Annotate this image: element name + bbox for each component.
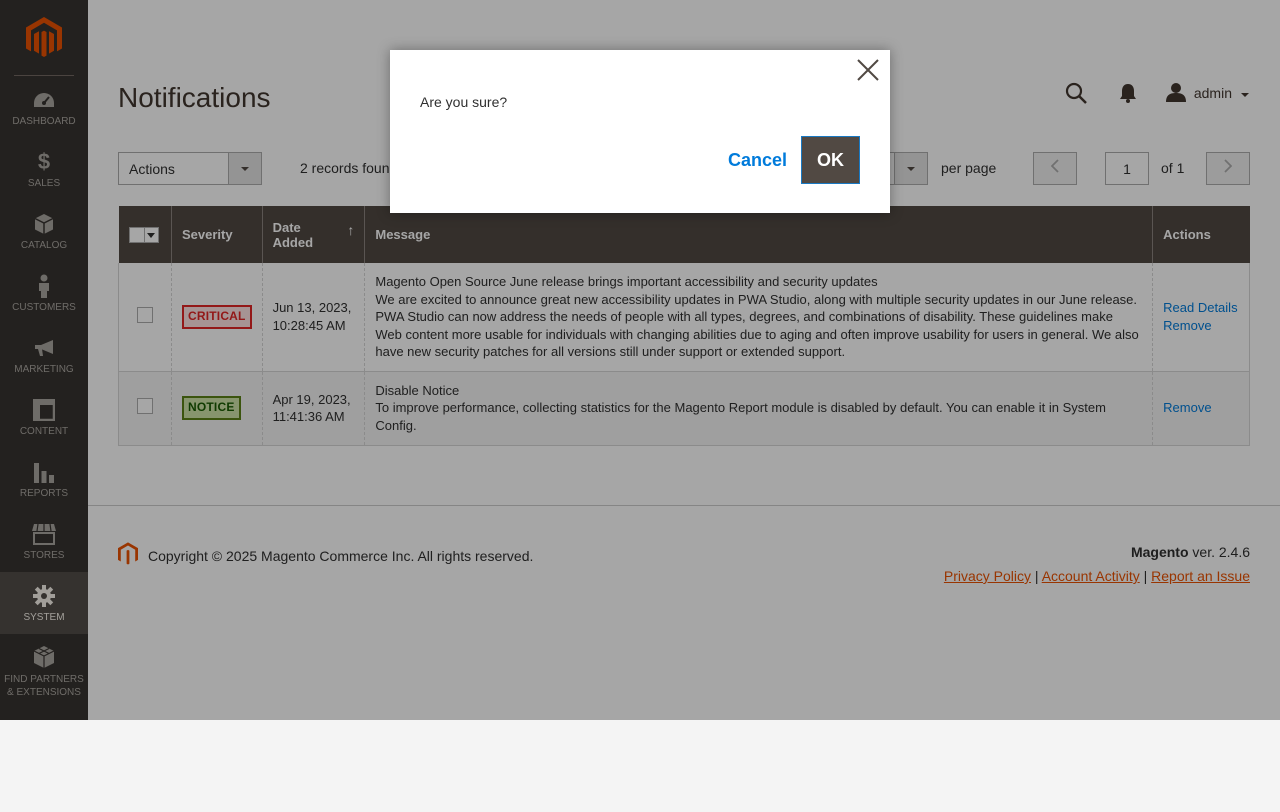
cancel-button[interactable]: Cancel bbox=[728, 150, 787, 171]
close-icon[interactable] bbox=[854, 56, 882, 84]
ok-button[interactable]: OK bbox=[801, 136, 860, 184]
confirm-dialog: Are you sure? Cancel OK bbox=[390, 50, 890, 213]
confirm-message: Are you sure? bbox=[420, 94, 508, 110]
